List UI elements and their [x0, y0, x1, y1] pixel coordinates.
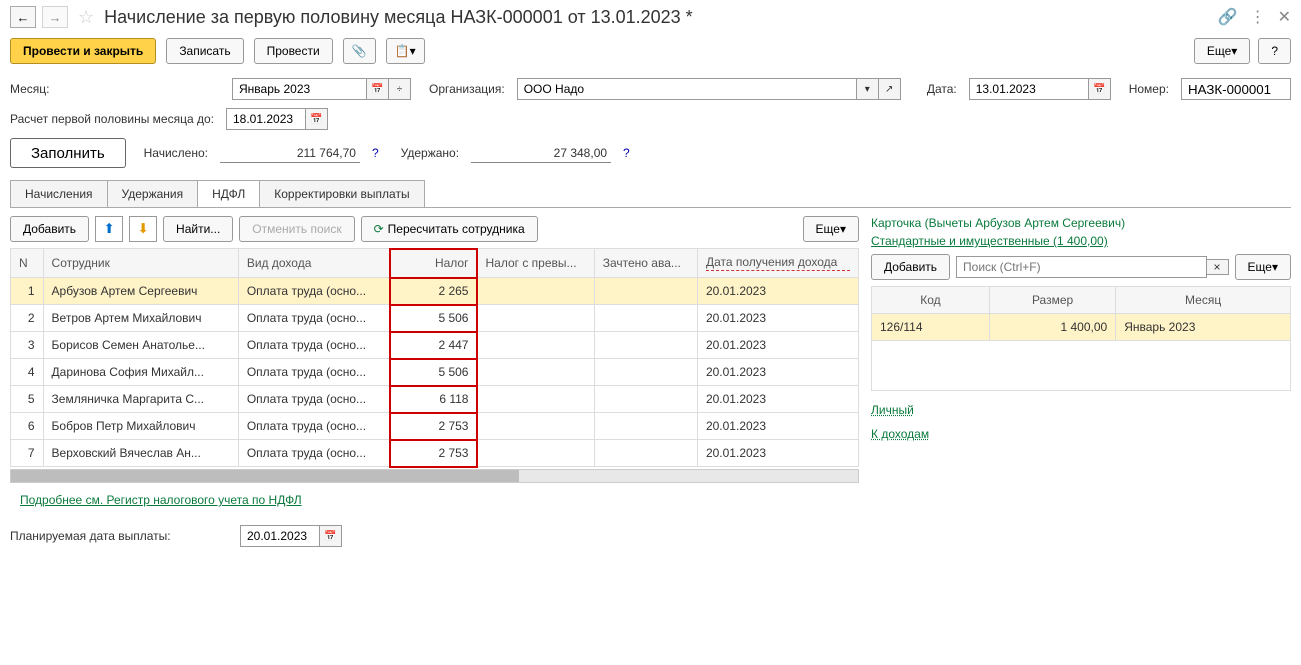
tab-ndfl[interactable]: НДФЛ [197, 180, 260, 207]
col-code[interactable]: Код [872, 287, 990, 314]
withheld-value: 27 348,00 [471, 144, 611, 163]
col-tax[interactable]: Налог [390, 249, 477, 278]
table-row[interactable]: 7Верховский Вячеслав Ан...Оплата труда (… [11, 440, 859, 467]
favorite-star-icon[interactable]: ☆ [78, 7, 94, 28]
find-button[interactable]: Найти... [163, 216, 233, 242]
tab-deductions[interactable]: Удержания [107, 180, 199, 207]
accrued-value: 211 764,70 [220, 144, 360, 163]
planned-date-label: Планируемая дата выплаты: [10, 529, 220, 543]
month-stepper[interactable]: ÷ [389, 78, 411, 100]
table-row[interactable]: 1Арбузов Артем СергеевичОплата труда (ос… [11, 278, 859, 305]
calc-until-label: Расчет первой половины месяца до: [10, 112, 214, 126]
month-label: Месяц: [10, 82, 220, 96]
help-button[interactable]: ? [1258, 38, 1291, 64]
col-income-type[interactable]: Вид дохода [238, 249, 390, 278]
close-icon[interactable]: ✕ [1278, 7, 1291, 27]
withheld-help-icon[interactable]: ? [623, 146, 630, 160]
clear-search-icon[interactable]: × [1207, 259, 1229, 275]
table-more-button[interactable]: Еще ▾ [803, 216, 859, 242]
standard-deductions-link[interactable]: Стандартные и имущественные (1 400,00) [871, 234, 1108, 248]
accrued-help-icon[interactable]: ? [372, 146, 379, 160]
post-and-close-button[interactable]: Провести и закрыть [10, 38, 156, 64]
org-label: Организация: [429, 82, 505, 96]
col-income-date[interactable]: Дата получения дохода [697, 249, 858, 278]
col-size[interactable]: Размер [989, 287, 1115, 314]
deductions-table: Код Размер Месяц 126/114 1 400,00 Январь… [871, 286, 1291, 391]
move-down-button[interactable]: ⬇ [129, 216, 157, 242]
post-button[interactable]: Провести [254, 38, 333, 64]
withheld-label: Удержано: [401, 146, 459, 160]
move-up-button[interactable]: ⬆ [95, 216, 123, 242]
planned-date-calendar-icon[interactable]: 📅 [320, 525, 342, 547]
personal-link[interactable]: Личный [871, 403, 914, 417]
col-tax-excess[interactable]: Налог с превы... [477, 249, 594, 278]
cancel-search-button[interactable]: Отменить поиск [239, 216, 354, 242]
date-calendar-icon[interactable]: 📅 [1089, 78, 1111, 100]
horizontal-scrollbar[interactable] [10, 469, 859, 483]
date-label: Дата: [927, 82, 957, 96]
org-input[interactable] [517, 78, 857, 100]
nav-forward-button[interactable]: → [42, 6, 68, 28]
accrued-label: Начислено: [144, 146, 208, 160]
col-month[interactable]: Месяц [1116, 287, 1291, 314]
link-icon[interactable]: 🔗 [1218, 7, 1238, 27]
more-button[interactable]: Еще ▾ [1194, 38, 1250, 64]
to-income-link[interactable]: К доходам [871, 427, 929, 441]
number-input[interactable] [1181, 78, 1291, 100]
table-row[interactable]: 5Земляничка Маргарита С...Оплата труда (… [11, 386, 859, 413]
report-button[interactable]: 📋▾ [386, 38, 425, 64]
calc-until-calendar-icon[interactable]: 📅 [306, 108, 328, 130]
table-row[interactable]: 4Даринова София Михайл...Оплата труда (о… [11, 359, 859, 386]
date-input[interactable] [969, 78, 1089, 100]
month-input[interactable] [232, 78, 367, 100]
table-row[interactable]: 2Ветров Артем МихайловичОплата труда (ос… [11, 305, 859, 332]
number-label: Номер: [1129, 82, 1169, 96]
deduction-row[interactable]: 126/114 1 400,00 Январь 2023 [872, 314, 1291, 341]
col-employee[interactable]: Сотрудник [43, 249, 238, 278]
table-row[interactable]: 6Бобров Петр МихайловичОплата труда (осн… [11, 413, 859, 440]
col-n[interactable]: N [11, 249, 44, 278]
document-title: Начисление за первую половину месяца НАЗ… [104, 7, 1212, 28]
card-title: Карточка (Вычеты Арбузов Артем Сергеевич… [871, 216, 1291, 230]
table-row[interactable]: 3Борисов Семен Анатолье...Оплата труда (… [11, 332, 859, 359]
tab-accruals[interactable]: Начисления [10, 180, 108, 207]
planned-date-input[interactable] [240, 525, 320, 547]
nav-back-button[interactable]: ← [10, 6, 36, 28]
org-dropdown-icon[interactable]: ▾ [857, 78, 879, 100]
recalc-employee-button[interactable]: ⟳Пересчитать сотрудника [361, 216, 538, 242]
refresh-icon: ⟳ [374, 222, 384, 236]
right-search-input[interactable] [956, 256, 1207, 278]
right-more-button[interactable]: Еще ▾ [1235, 254, 1291, 280]
calendar-icon[interactable]: 📅 [367, 78, 389, 100]
org-open-icon[interactable]: ↗ [879, 78, 901, 100]
attach-button[interactable]: 📎 [343, 38, 376, 64]
ndfl-table: N Сотрудник Вид дохода Налог Налог с пре… [10, 248, 859, 467]
col-credited[interactable]: Зачтено ава... [594, 249, 697, 278]
add-row-button[interactable]: Добавить [10, 216, 89, 242]
calc-until-input[interactable] [226, 108, 306, 130]
write-button[interactable]: Записать [166, 38, 243, 64]
fill-button[interactable]: Заполнить [10, 138, 126, 168]
details-register-link[interactable]: Подробнее см. Регистр налогового учета п… [20, 493, 302, 507]
tab-corrections[interactable]: Корректировки выплаты [259, 180, 424, 207]
right-add-button[interactable]: Добавить [871, 254, 950, 280]
kebab-menu-icon[interactable]: ⋮ [1250, 7, 1266, 27]
